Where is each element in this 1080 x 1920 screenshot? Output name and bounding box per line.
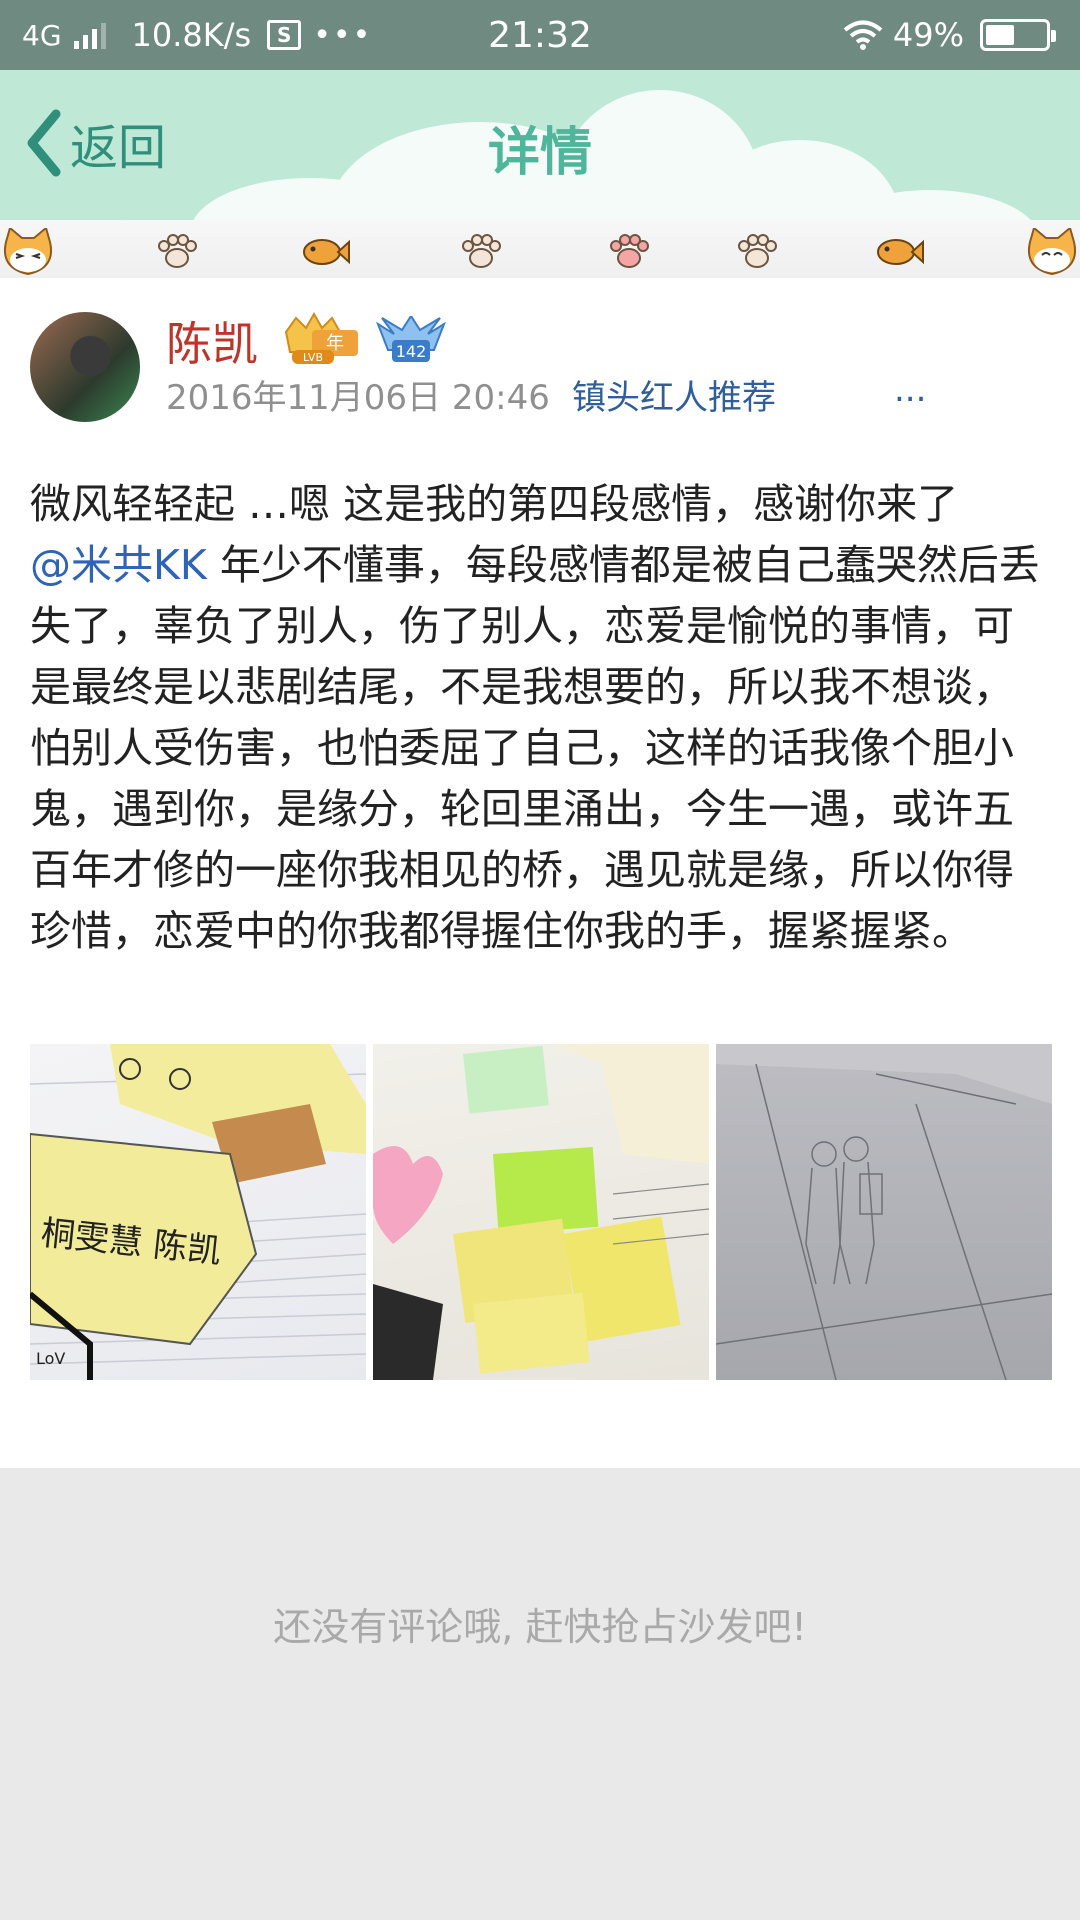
avatar[interactable] [30,312,140,422]
paw-icon [158,234,197,268]
network-speed: 10.8K/s [131,16,252,54]
back-button[interactable]: 返回 [22,108,166,178]
mention-link[interactable]: @米共KK [30,541,207,589]
fish-icon [877,239,924,265]
author-name[interactable]: 陈凯 [166,308,258,374]
paw-icon [738,234,777,268]
decorative-strip [0,220,1080,278]
photo-grid: 桐雯慧 陈凯 LoV [30,1044,1052,1380]
paw-icon [610,234,649,268]
fish-icon [303,239,350,265]
post-photo-3[interactable] [716,1044,1052,1380]
post-source-link[interactable]: 镇头红人推荐 [572,370,776,419]
wifi-icon [843,20,883,50]
notebook-sketch-image: 桐雯慧 陈凯 LoV [30,1044,366,1380]
sticky-notes-image [373,1044,709,1380]
post-photo-1[interactable]: 桐雯慧 陈凯 LoV [30,1044,366,1380]
paw-icon [462,234,501,268]
level-badge-text: 142 [396,342,427,361]
screenshot-icon: S [267,20,302,50]
post-content: 微风轻轻起 …嗯 这是我的第四段感情，感谢你来了 @米共KK 年少不懂事，每段感情… [30,474,1052,962]
status-bar: 4G 10.8K/s S ••• 21:32 49% [0,0,1080,70]
cat-face-icon [1028,228,1076,276]
post-timestamp: 2016年11月06日 20:46 [166,378,550,418]
level-badge: 142 [376,316,446,362]
cat-face-icon [4,228,52,276]
back-label: 返回 [70,120,167,176]
more-options-button[interactable]: ... [894,370,926,410]
nav-header: 返回 详情 [0,70,1080,220]
post-text-part: 微风轻轻起 …嗯 这是我的第四段感情，感谢你来了 [30,480,959,528]
network-type: 4G [22,18,62,52]
post-text-part: 年少不懂事，每段感情都是被自己蠢哭然后丢失了，辜负了别人，伤了别人，恋爱是愉悦的… [30,541,1040,955]
more-notifications-icon: ••• [313,17,373,53]
battery-percent: 49% [892,16,964,54]
vip-year-badge: 年 LVB [284,312,358,364]
chevron-left-icon [27,109,61,177]
photo-corner-text: LoV [36,1349,65,1368]
empty-comments-text: 还没有评论哦, 赶快抢占沙发吧! [273,1605,807,1649]
post-card: 陈凯 年 LVB 142 2016年11月06日 20:46 镇头红人推荐 ..… [0,278,1080,1468]
signal-icon [73,21,106,49]
battery-icon [980,19,1056,51]
post-photo-2[interactable] [373,1044,709,1380]
pencil-drawing-image [716,1044,1052,1380]
vip-badge-sub: LVB [303,351,323,364]
